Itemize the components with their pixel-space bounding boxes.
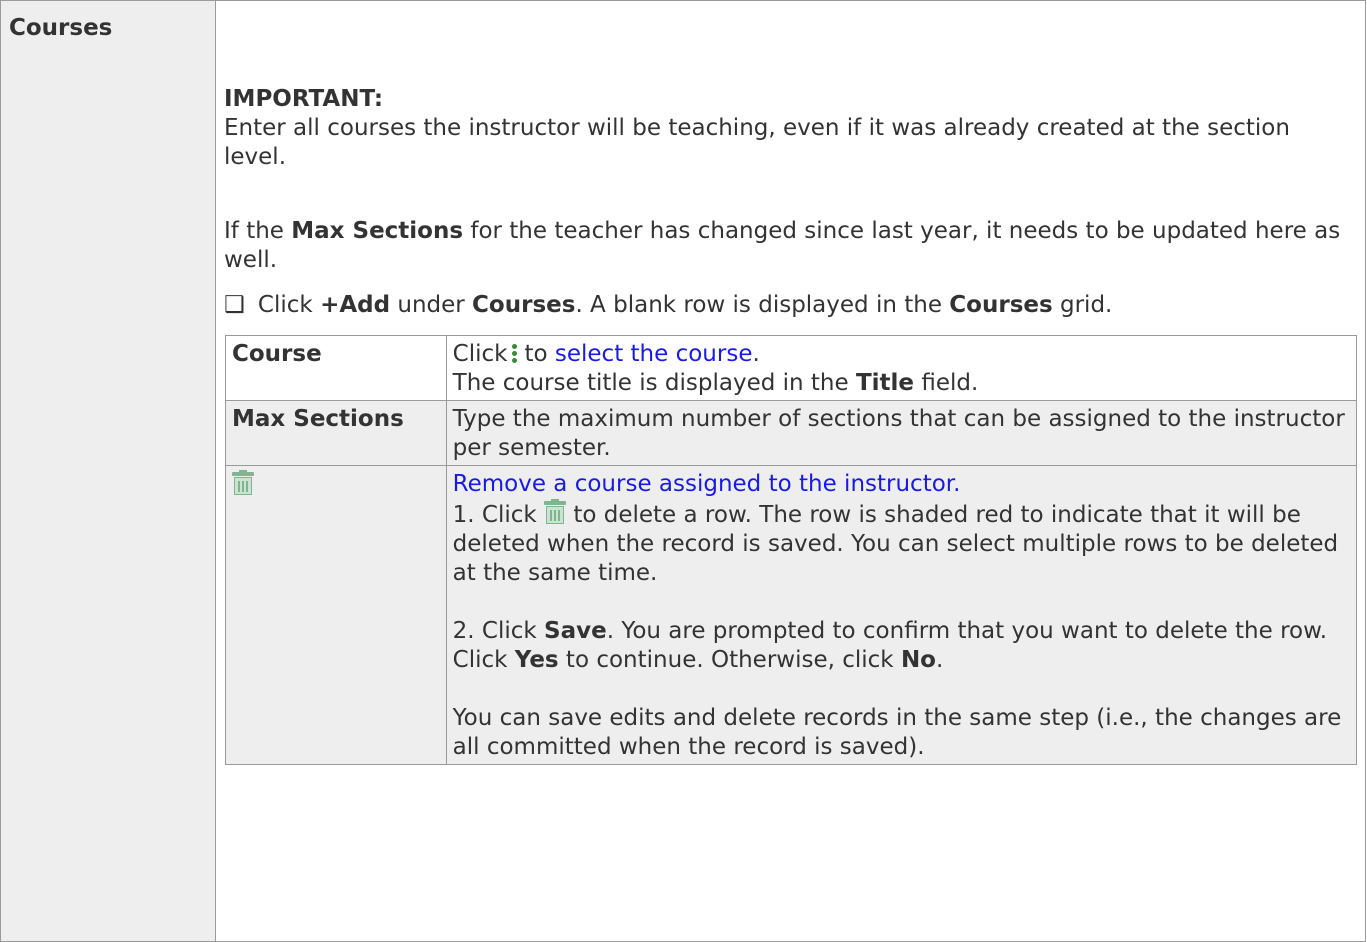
max-sections-row: Max Sections Type the maximum number of … bbox=[225, 400, 1358, 466]
checkbox-icon: ❑ bbox=[224, 292, 245, 318]
delete-row: Remove a course assigned to the instruct… bbox=[225, 465, 1358, 765]
max-sections-term: Max Sections bbox=[291, 218, 464, 244]
section-content: IMPORTANT: Enter all courses the instruc… bbox=[217, 1, 1365, 941]
trash-icon bbox=[232, 470, 254, 496]
max-sections-note: If the Max Sections for the teacher has … bbox=[224, 218, 1341, 273]
enter-courses-text: Enter all courses the instructor will be… bbox=[224, 115, 1290, 170]
max-sections-description: Type the maximum number of sections that… bbox=[445, 400, 1358, 466]
max-sections-label: Max Sections bbox=[225, 400, 447, 466]
courses-field-table: Course Click to select the course. The co… bbox=[225, 335, 1358, 765]
course-label: Course bbox=[225, 335, 447, 401]
course-row: Course Click to select the course. The co… bbox=[225, 335, 1358, 401]
select-course-link[interactable]: select the course bbox=[555, 341, 753, 367]
important-heading: IMPORTANT: bbox=[224, 86, 384, 112]
trash-icon-inline bbox=[544, 499, 567, 525]
add-instruction: ❑ Click +Add under Courses. A blank row … bbox=[224, 292, 1113, 318]
delete-description: Remove a course assigned to the instruct… bbox=[445, 465, 1358, 765]
course-description: Click to select the course. The course ti… bbox=[445, 335, 1358, 401]
more-vertical-icon bbox=[512, 343, 518, 363]
section-label: Courses bbox=[9, 15, 113, 41]
courses-section-table: Courses IMPORTANT: Enter all courses the… bbox=[0, 0, 1366, 942]
delete-label bbox=[225, 465, 447, 765]
save-edits-note: You can save edits and delete records in… bbox=[452, 705, 1342, 760]
section-label-cell: Courses bbox=[1, 1, 216, 941]
add-term: +Add bbox=[320, 292, 391, 318]
remove-course-link[interactable]: Remove a course assigned to the instruct… bbox=[453, 471, 961, 497]
